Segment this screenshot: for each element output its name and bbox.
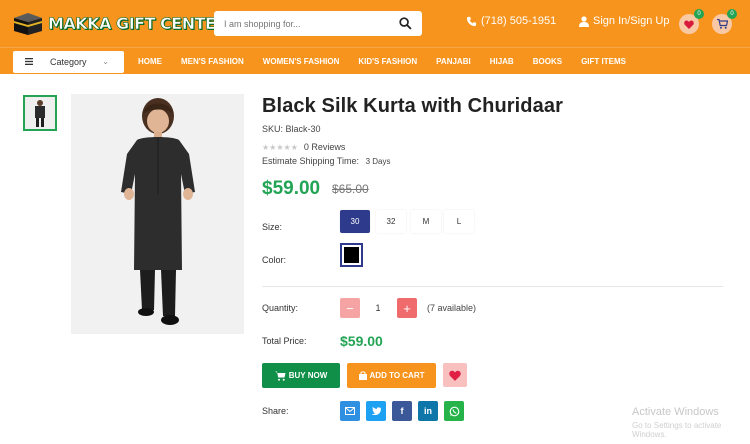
nav-books[interactable]: BOOKS [533,57,562,66]
windows-activation-watermark: Activate Windows [632,406,719,418]
signin-label: Sign In/Sign Up [593,15,670,27]
main-nav: Category ⌄ HOME MEN'S FASHION WOMEN'S FA… [0,47,750,74]
signin-link[interactable]: Sign In/Sign Up [579,15,669,27]
product-sku: SKU: Black-30 [262,124,321,134]
add-to-cart-button[interactable]: ADD TO CART [347,363,436,388]
product-main-image[interactable] [71,94,244,334]
review-count-link[interactable]: 0 Reviews [304,142,346,152]
windows-activation-subtext: Go to Settings to activate Windows. [632,421,722,439]
cart-icon [716,19,728,29]
share-email-icon[interactable] [340,401,360,421]
cart-count-badge: 0 [727,9,737,19]
old-price: $65.00 [332,182,369,196]
hamburger-icon [25,57,33,67]
phone-contact[interactable]: (718) 505-1951 [466,15,556,27]
total-price-value: $59.00 [340,333,383,349]
shipping-estimate: Estimate Shipping Time: 3 Days [262,156,390,166]
add-to-wishlist-button[interactable] [443,363,467,387]
phone-icon [466,16,477,26]
cart-button[interactable]: 0 [712,9,737,34]
star-rating-icon: ★★★★★ [262,142,298,152]
search-input[interactable] [224,18,384,29]
product-title: Black Silk Kurta with Churidaar [262,95,563,117]
search-box [214,11,422,36]
site-logo[interactable]: MAKKA GIFT CENTER [12,9,228,37]
quantity-decrease-button[interactable]: − [340,298,360,318]
heart-icon [449,370,461,381]
nav-home[interactable]: HOME [138,57,162,66]
nav-gift-items[interactable]: GIFT ITEMS [581,57,626,66]
size-option-32[interactable]: 32 [376,210,406,233]
quantity-value[interactable]: 1 [370,303,386,313]
heart-icon [684,20,694,29]
stock-available: (7 available) [427,303,477,313]
rating-row: ★★★★★ 0 Reviews [262,142,345,152]
product-thumbnail[interactable] [23,95,57,131]
size-label: Size: [262,222,283,232]
color-swatch-black[interactable] [340,243,363,267]
nav-hijab[interactable]: HIJAB [490,57,514,66]
divider [262,286,723,287]
chevron-down-icon: ⌄ [102,57,109,66]
share-facebook-icon[interactable]: f [392,401,412,421]
thumbnail-image [25,97,55,129]
category-dropdown[interactable]: Category ⌄ [13,51,124,73]
logo-text: MAKKA GIFT CENTER [48,13,228,33]
shipping-days: 3 Days [365,157,391,166]
share-label: Share: [262,406,289,416]
buy-now-button[interactable]: BUY NOW [262,363,340,388]
quantity-label: Quantity: [262,303,299,313]
nav-links: HOME MEN'S FASHION WOMEN'S FASHION KID'S… [138,57,626,66]
nav-mens-fashion[interactable]: MEN'S FASHION [181,57,244,66]
nav-womens-fashion[interactable]: WOMEN'S FASHION [263,57,340,66]
nav-kids-fashion[interactable]: KID'S FASHION [358,57,417,66]
cart-icon [274,371,286,381]
color-label: Color: [262,255,287,265]
nav-panjabi[interactable]: PANJABI [436,57,471,66]
category-label: Category [50,57,87,67]
kurta-photo [71,94,244,334]
buy-now-label: BUY NOW [288,371,328,380]
wishlist-count-badge: 0 [694,9,704,19]
share-linkedin-icon[interactable]: in [418,401,438,421]
shipping-label: Estimate Shipping Time: [262,156,360,166]
share-whatsapp-icon[interactable] [444,401,464,421]
size-option-30[interactable]: 30 [340,210,370,233]
total-price-label: Total Price: [262,336,307,346]
size-option-m[interactable]: M [411,210,441,233]
user-icon [579,15,589,27]
wishlist-button[interactable]: 0 [679,9,704,34]
quantity-increase-button[interactable]: + [397,298,417,318]
shopping-bag-icon [358,371,367,380]
search-icon[interactable] [399,17,412,30]
share-twitter-icon[interactable] [366,401,386,421]
phone-number: (718) 505-1951 [481,15,557,27]
size-option-l[interactable]: L [444,210,474,233]
add-to-cart-label: ADD TO CART [369,371,425,380]
kaaba-logo-icon [14,13,42,35]
current-price: $59.00 [262,178,321,199]
top-header: MAKKA GIFT CENTER (718) 505-1951 Sign In… [0,0,750,47]
